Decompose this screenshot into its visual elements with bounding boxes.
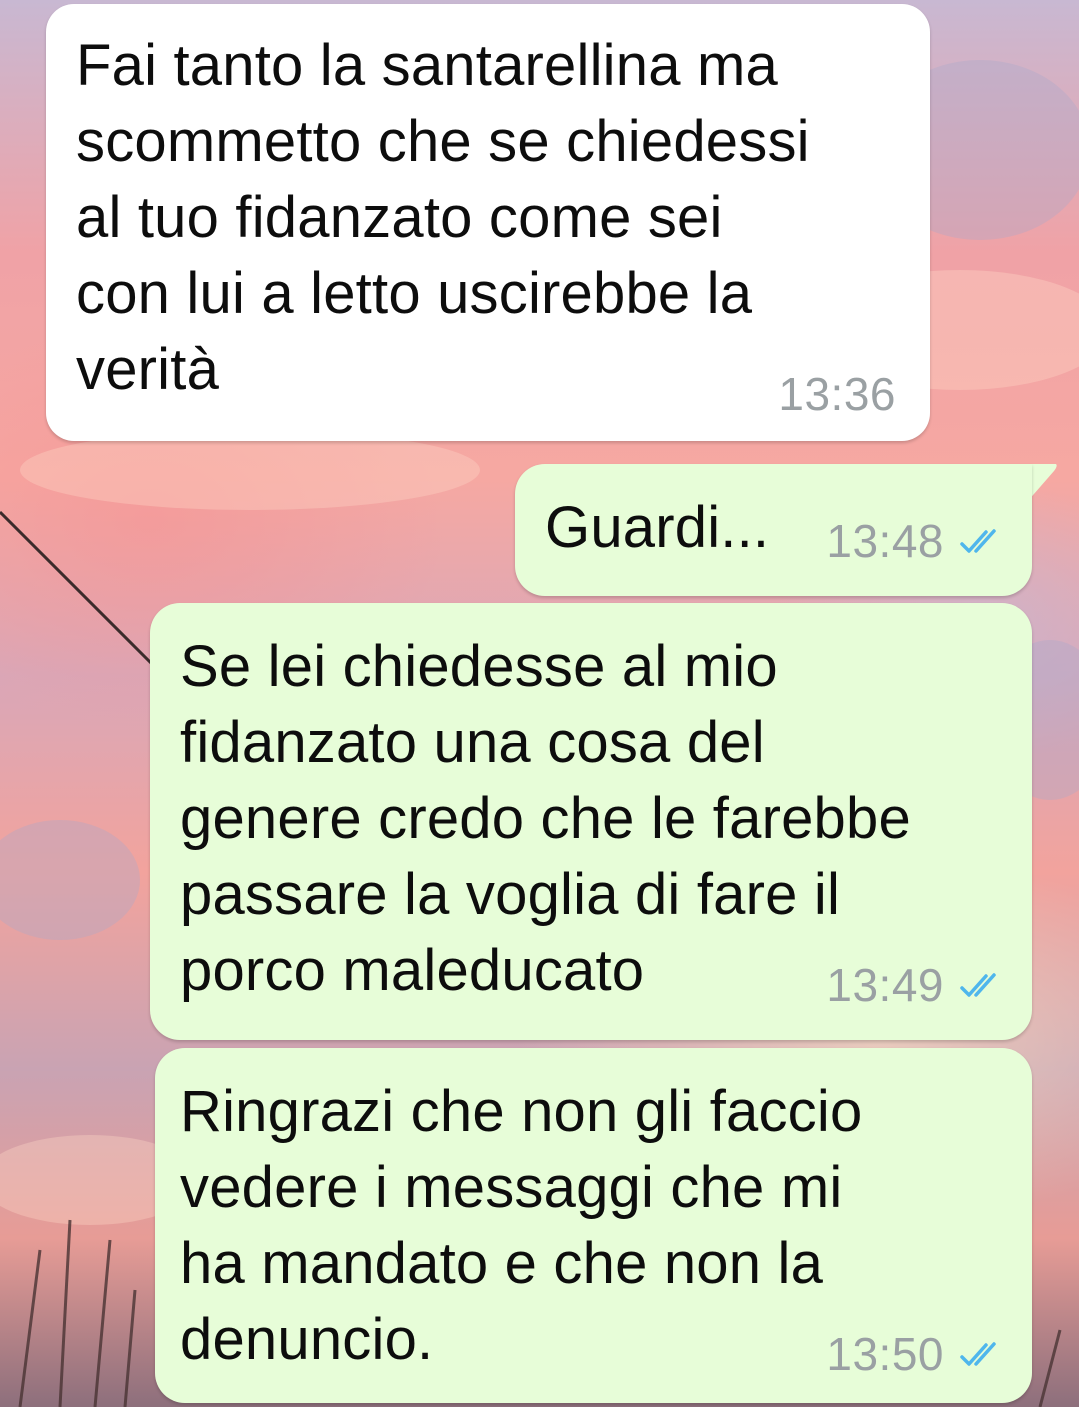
- message-text: Ringrazi che non gli faccio vedere i mes…: [180, 1079, 863, 1372]
- message-timestamp: 13:49: [826, 959, 944, 1011]
- outgoing-message-bubble[interactable]: Ringrazi che non gli faccio vedere i mes…: [155, 1048, 1032, 1403]
- double-check-read-icon: [960, 529, 996, 553]
- outgoing-message-bubble[interactable]: Se lei chiedesse al mio fidanzato una co…: [150, 603, 1032, 1040]
- message-meta: 13:50: [826, 1327, 1002, 1381]
- message-timestamp: 13:36: [778, 368, 896, 420]
- message-meta: 13:49: [826, 958, 1002, 1012]
- message-text: Guardi...: [545, 495, 770, 560]
- double-check-read-icon: [960, 1342, 996, 1366]
- incoming-message-bubble[interactable]: Fai tanto la santarellina ma scommetto c…: [46, 4, 930, 441]
- message-timestamp: 13:48: [826, 515, 944, 567]
- message-text: Se lei chiedesse al mio fidanzato una co…: [180, 634, 911, 1003]
- outgoing-message-bubble[interactable]: Guardi... 13:48: [515, 464, 1032, 596]
- message-text: Fai tanto la santarellina ma scommetto c…: [76, 33, 810, 402]
- message-timestamp: 13:50: [826, 1328, 944, 1380]
- message-meta: 13:48: [826, 514, 1002, 568]
- message-meta: 13:36: [778, 367, 896, 421]
- double-check-read-icon: [960, 973, 996, 997]
